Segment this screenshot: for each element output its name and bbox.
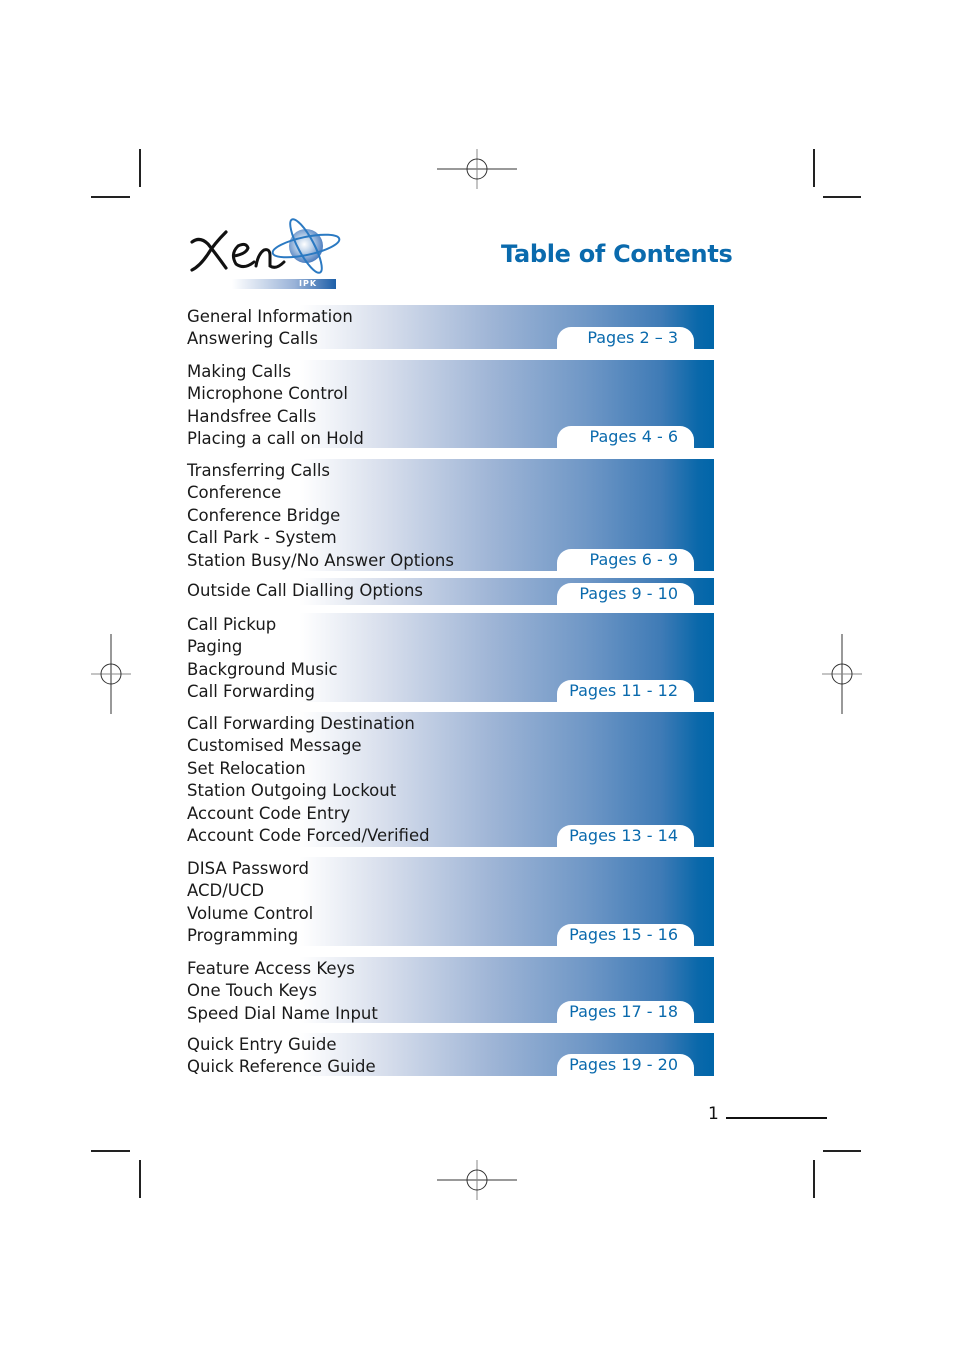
registration-mark-icon <box>822 634 862 714</box>
toc-item[interactable]: Call Park - System <box>187 527 454 549</box>
page-range-tab[interactable]: Pages 15 - 16 <box>557 924 694 946</box>
crop-mark <box>139 149 141 187</box>
toc-item[interactable]: Station Busy/No Answer Options <box>187 550 454 572</box>
toc-section: Outside Call Dialling Options Pages 9 - … <box>183 578 714 605</box>
toc-item[interactable]: Answering Calls <box>187 328 353 350</box>
crop-mark <box>91 196 130 198</box>
logo-subtext: IPK <box>299 279 318 288</box>
crop-mark <box>813 149 815 187</box>
crop-mark <box>823 196 861 198</box>
registration-mark-icon <box>437 1160 517 1200</box>
toc-item[interactable]: Microphone Control <box>187 383 364 405</box>
xen-logo: IPK <box>186 210 346 294</box>
crop-mark <box>91 1150 130 1152</box>
toc-item[interactable]: ACD/UCD <box>187 880 313 902</box>
registration-mark-icon <box>437 149 517 189</box>
crop-mark <box>823 1150 861 1152</box>
page-range-tab[interactable]: Pages 6 - 9 <box>557 549 694 571</box>
toc-item[interactable]: Background Music <box>187 659 338 681</box>
toc-item[interactable]: Station Outgoing Lockout <box>187 780 430 802</box>
toc-section: Quick Entry Guide Quick Reference Guide … <box>183 1033 714 1076</box>
toc-item[interactable]: Customised Message <box>187 735 430 757</box>
page-range-tab[interactable]: Pages 4 - 6 <box>557 426 694 448</box>
toc-section: Call Pickup Paging Background Music Call… <box>183 613 714 702</box>
page-title: Table of Contents <box>501 240 733 268</box>
toc-item[interactable]: One Touch Keys <box>187 980 378 1002</box>
toc-item[interactable]: DISA Password <box>187 858 313 880</box>
toc-item[interactable]: Set Relocation <box>187 758 430 780</box>
toc-item[interactable]: Account Code Forced/Verified <box>187 825 430 847</box>
toc-item[interactable]: Handsfree Calls <box>187 406 364 428</box>
toc-item[interactable]: Call Forwarding Destination <box>187 713 430 735</box>
toc-item[interactable]: Making Calls <box>187 361 364 383</box>
toc-item[interactable]: Volume Control <box>187 903 313 925</box>
toc-item[interactable]: Feature Access Keys <box>187 958 378 980</box>
toc-item[interactable]: Call Forwarding <box>187 681 338 703</box>
page-range-tab[interactable]: Pages 2 – 3 <box>557 327 694 349</box>
crop-mark <box>813 1160 815 1198</box>
xen-atom-logo-icon <box>190 218 341 289</box>
toc-item[interactable]: Call Pickup <box>187 614 338 636</box>
toc-item[interactable]: Account Code Entry <box>187 803 430 825</box>
page-range-tab[interactable]: Pages 11 - 12 <box>557 680 694 702</box>
page-range-tab[interactable]: Pages 17 - 18 <box>557 1001 694 1023</box>
page-range-tab[interactable]: Pages 9 - 10 <box>557 583 694 605</box>
toc-item[interactable]: Programming <box>187 925 313 947</box>
registration-mark-icon <box>91 634 131 714</box>
page-number-rule <box>726 1117 827 1119</box>
toc-section: Transferring Calls Conference Conference… <box>183 459 714 571</box>
page-range-tab[interactable]: Pages 13 - 14 <box>557 825 694 847</box>
toc-item[interactable]: Outside Call Dialling Options <box>187 580 423 602</box>
toc-item[interactable]: General Information <box>187 306 353 328</box>
toc-item[interactable]: Conference Bridge <box>187 505 454 527</box>
toc-item[interactable]: Transferring Calls <box>187 460 454 482</box>
toc-item[interactable]: Paging <box>187 636 338 658</box>
toc-item[interactable]: Placing a call on Hold <box>187 428 364 450</box>
toc-item[interactable]: Quick Reference Guide <box>187 1056 376 1078</box>
toc-item[interactable]: Quick Entry Guide <box>187 1034 376 1056</box>
toc-section: Making Calls Microphone Control Handsfre… <box>183 360 714 448</box>
page-range-tab[interactable]: Pages 19 - 20 <box>557 1054 694 1076</box>
toc-section: General Information Answering Calls Page… <box>183 305 714 349</box>
page-number: 1 <box>708 1104 719 1124</box>
toc-section: Feature Access Keys One Touch Keys Speed… <box>183 957 714 1023</box>
crop-mark <box>139 1160 141 1198</box>
toc-section: DISA Password ACD/UCD Volume Control Pro… <box>183 857 714 946</box>
toc-item[interactable]: Conference <box>187 482 454 504</box>
toc-section: Call Forwarding Destination Customised M… <box>183 712 714 847</box>
toc-item[interactable]: Speed Dial Name Input <box>187 1003 378 1025</box>
